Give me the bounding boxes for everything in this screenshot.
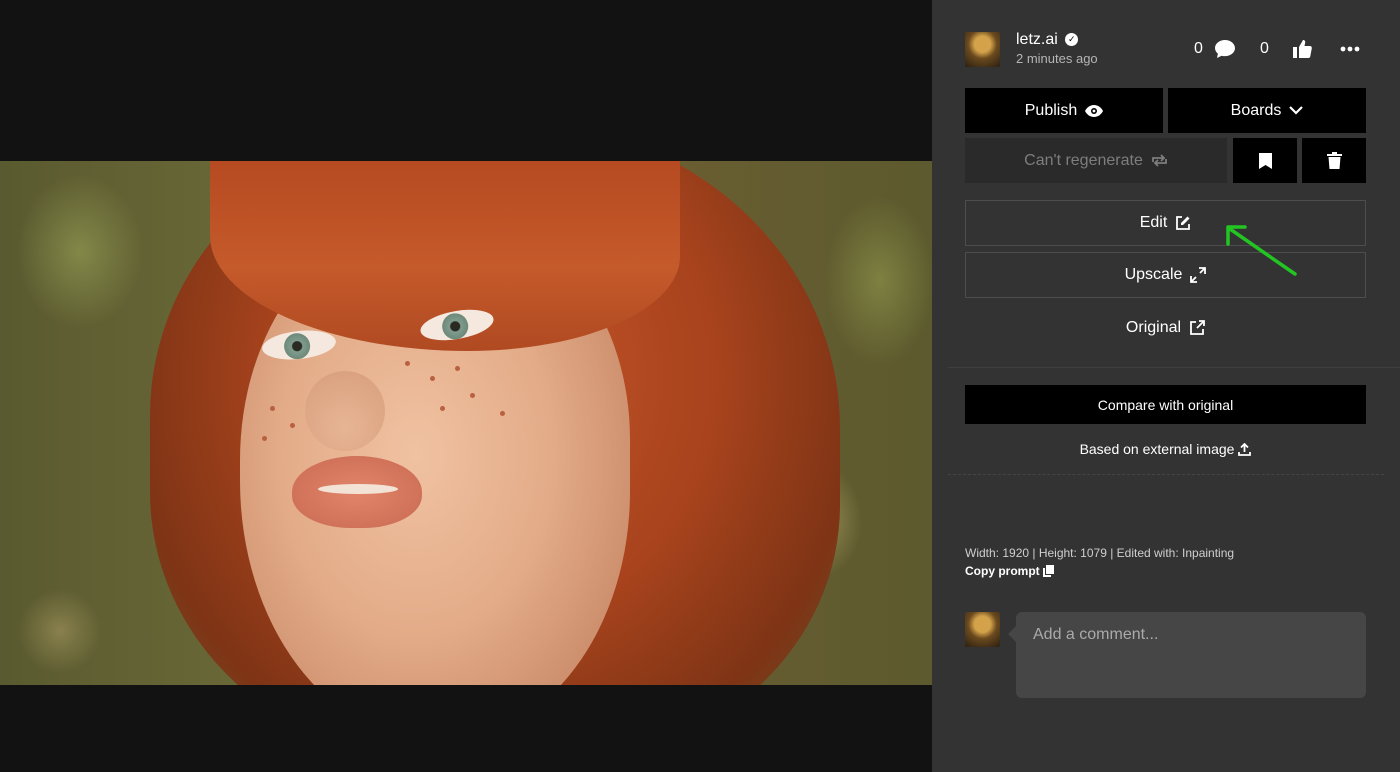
comment-input[interactable]: [1016, 612, 1366, 698]
image-viewer: [0, 0, 932, 772]
image-lips: [292, 456, 422, 528]
external-image-link[interactable]: Based on external image: [965, 438, 1366, 460]
freckle: [440, 406, 445, 411]
section-divider-dashed: [948, 474, 1384, 475]
regenerate-label: Can't regenerate: [1024, 151, 1143, 169]
freckle: [270, 406, 275, 411]
section-divider: [948, 367, 1400, 368]
upscale-label: Upscale: [1124, 266, 1183, 283]
freckle: [455, 366, 460, 371]
timestamp: 2 minutes ago: [1016, 51, 1098, 66]
edit-button[interactable]: Edit: [965, 200, 1366, 246]
verified-icon: ✓: [1065, 33, 1079, 47]
like-count: 0: [1260, 40, 1269, 57]
upscale-button[interactable]: Upscale: [965, 252, 1366, 298]
comment-avatar: [965, 612, 1000, 647]
freckle: [262, 436, 267, 441]
freckle: [430, 376, 435, 381]
edit-label: Edit: [1139, 214, 1168, 231]
original-button[interactable]: Original: [965, 305, 1366, 351]
freckle: [500, 411, 505, 416]
compare-button[interactable]: Compare with original: [965, 385, 1366, 424]
image-metadata: Width: 1920 | Height: 1079 | Edited with…: [965, 546, 1235, 560]
expand-icon: [1190, 267, 1207, 283]
image-nose: [305, 371, 385, 451]
delete-button[interactable]: [1302, 138, 1366, 183]
boards-button[interactable]: Boards: [1168, 88, 1366, 133]
copy-prompt-button[interactable]: Copy prompt: [965, 564, 1054, 578]
freckle: [470, 393, 475, 398]
compare-label: Compare with original: [1097, 396, 1234, 413]
bookmark-icon: [1258, 152, 1272, 169]
copy-prompt-label: Copy prompt: [965, 564, 1040, 578]
freckle: [290, 423, 295, 428]
upload-icon: [1238, 442, 1252, 456]
avatar[interactable]: [965, 32, 1000, 67]
username[interactable]: letz.ai ✓: [1016, 31, 1079, 49]
trash-icon: [1326, 152, 1342, 169]
annotation-arrow-icon: [1222, 222, 1302, 278]
external-image-label: Based on external image: [1079, 441, 1235, 457]
edit-icon: [1175, 215, 1191, 231]
comment-count: 0: [1194, 40, 1203, 57]
bookmark-button[interactable]: [1233, 138, 1297, 183]
publish-button[interactable]: Publish: [965, 88, 1163, 133]
boards-label: Boards: [1230, 101, 1282, 119]
freckle: [405, 361, 410, 366]
external-link-icon: [1189, 320, 1205, 336]
generated-image[interactable]: [0, 161, 932, 685]
original-label: Original: [1125, 319, 1182, 336]
comment-box[interactable]: [1008, 612, 1366, 698]
thumbs-up-icon[interactable]: [1290, 38, 1314, 60]
chevron-down-icon: [1289, 106, 1304, 115]
publish-label: Publish: [1024, 101, 1078, 119]
ellipsis-icon[interactable]: [1338, 40, 1362, 58]
copy-icon: [1042, 565, 1054, 577]
regenerate-button: Can't regenerate: [965, 138, 1227, 183]
eye-icon: [1085, 104, 1104, 117]
repeat-icon: [1151, 154, 1168, 167]
speech-bubble-icon[interactable]: [1213, 38, 1237, 60]
username-text: letz.ai: [1016, 31, 1058, 48]
